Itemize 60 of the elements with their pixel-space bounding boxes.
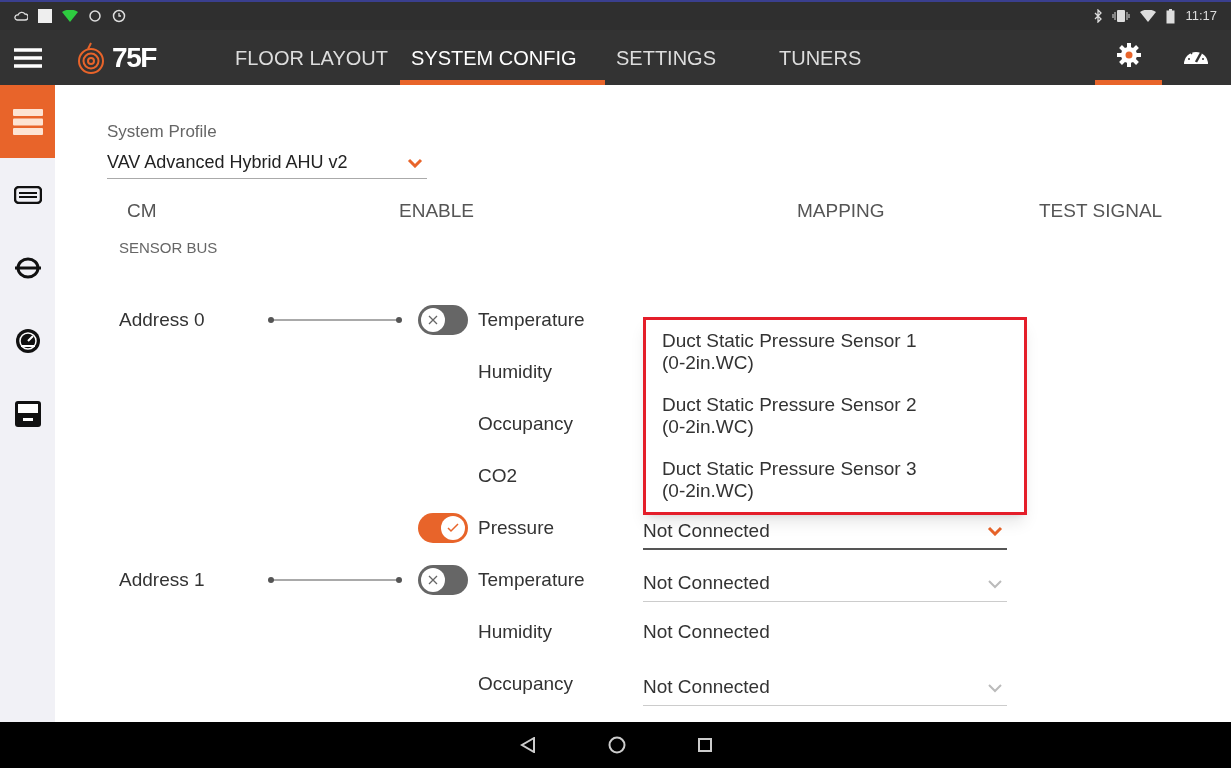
sensor-label: Occupancy: [478, 411, 575, 436]
check-icon: [447, 523, 459, 533]
nav-tab[interactable]: SYSTEM CONFIG: [400, 30, 605, 85]
dropdown-option[interactable]: Duct Static Pressure Sensor 2 (0-2in.WC): [646, 384, 1024, 448]
back-button[interactable]: [519, 737, 536, 753]
nav-tab[interactable]: TUNERS: [768, 30, 888, 85]
sensor-label: CO2: [478, 463, 519, 488]
logo-text: 75F: [112, 40, 157, 75]
chevron-down-icon: [407, 157, 423, 168]
sensor-label: Pressure: [478, 515, 556, 540]
dropdown-option[interactable]: Duct Static Pressure Sensor 3 (0-2in.WC): [646, 448, 1024, 512]
meter-icon: [14, 400, 41, 427]
battery-icon: [1166, 8, 1176, 24]
chevron-down-icon: [987, 682, 1003, 693]
column-header: TEST SIGNAL: [1039, 199, 1163, 223]
chevron-down-icon: [987, 526, 1003, 536]
bluetooth-icon: [1094, 9, 1103, 23]
profile-dropdown[interactable]: VAV Advanced Hybrid AHU v2: [107, 147, 427, 179]
recents-icon: [697, 738, 712, 752]
nav-tab[interactable]: SETTINGS: [605, 30, 768, 85]
toggle-switch[interactable]: [418, 305, 468, 335]
recents-button[interactable]: [697, 738, 712, 752]
gauge-icon: [14, 327, 41, 354]
back-icon: [519, 737, 536, 753]
dropdown-option[interactable]: Duct Static Pressure Sensor 1 (0-2in.WC): [646, 320, 1024, 384]
home-button[interactable]: [607, 736, 626, 754]
sensor-label: Humidity: [478, 619, 553, 644]
sensor-label: Temperature: [478, 307, 586, 332]
sensor-label: Temperature: [478, 567, 586, 592]
menu-icon: [14, 46, 42, 69]
address-label: Address 0: [119, 308, 205, 330]
clock-icon: [112, 9, 126, 23]
close-icon: [428, 575, 438, 585]
wifi-icon: [1140, 10, 1157, 22]
square-icon: [38, 9, 52, 23]
address-label: Address 1: [119, 568, 205, 590]
toggle-switch[interactable]: [418, 513, 468, 543]
home-icon: [607, 736, 626, 754]
close-icon: [428, 315, 438, 325]
server-icon: [12, 108, 43, 135]
clock-time: 11:17: [1185, 7, 1217, 26]
sensor-label: Occupancy: [478, 671, 575, 696]
chevron-down-icon: [987, 578, 1003, 589]
wifi-icon: [62, 10, 78, 22]
cloud-icon: [14, 11, 28, 21]
toggle-switch[interactable]: [418, 565, 468, 595]
circle-bar-icon: [14, 256, 41, 279]
section-heading: SENSOR BUS: [118, 238, 219, 258]
column-header: ENABLE: [399, 199, 474, 223]
unit-icon: [13, 185, 42, 204]
mapping-dropdown[interactable]: Not Connected: [643, 670, 1007, 706]
column-header: CM: [127, 199, 157, 223]
logo-icon: [76, 40, 106, 75]
sensor-label: Humidity: [478, 359, 553, 384]
field-label: System Profile: [107, 121, 218, 141]
column-header: MAPPING: [797, 199, 885, 223]
mapping-value: Not Connected: [643, 619, 770, 644]
nav-tab[interactable]: FLOOR LAYOUT: [224, 30, 400, 85]
mapping-dropdown[interactable]: Not Connected: [643, 566, 1007, 602]
vibrate-icon: [1112, 10, 1131, 22]
